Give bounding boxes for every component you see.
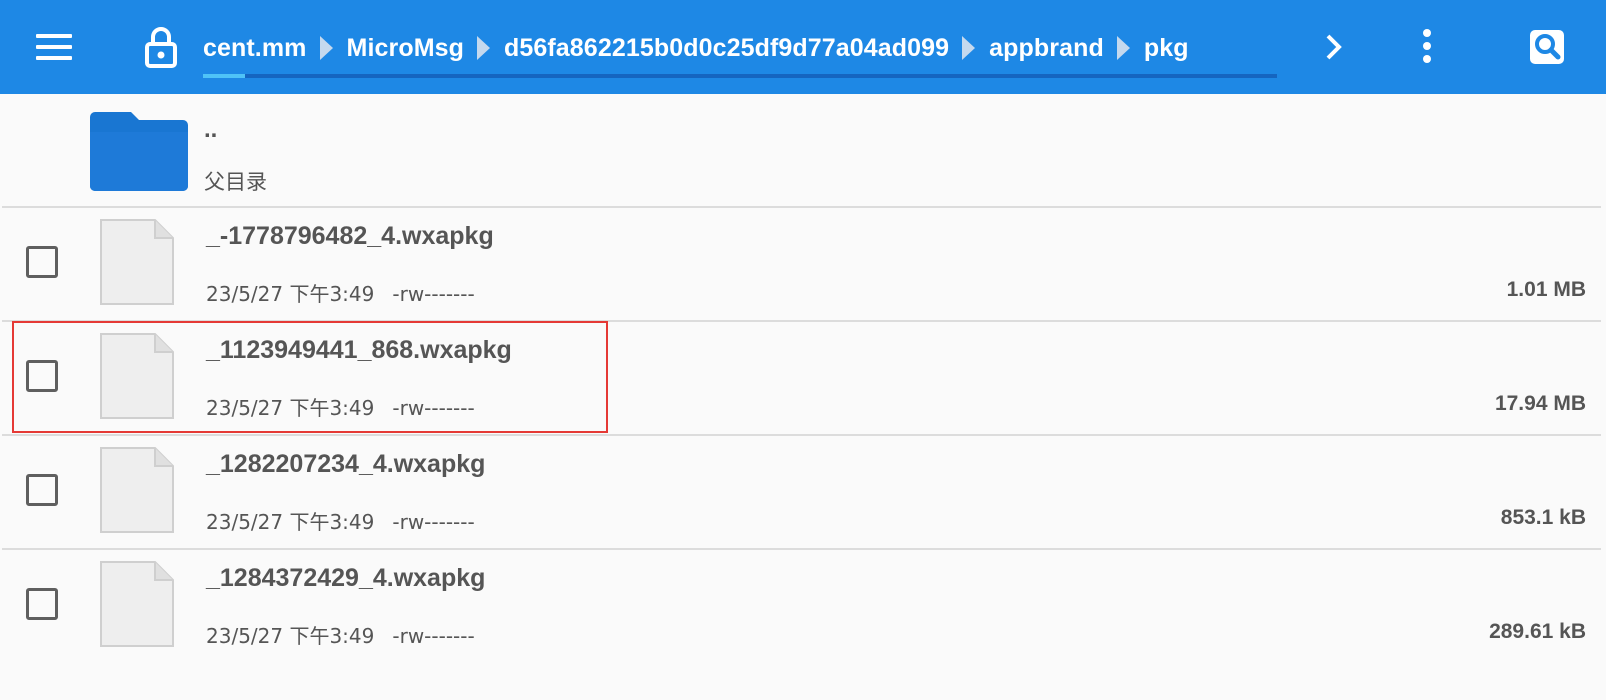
breadcrumb-item-user-dir[interactable]: d56fa862215b0d0c25df9d77a04ad099: [504, 34, 949, 63]
search-icon[interactable]: [1529, 29, 1565, 65]
file-checkbox[interactable]: [26, 246, 58, 278]
file-checkbox[interactable]: [26, 360, 58, 392]
more-vertical-icon[interactable]: [1422, 28, 1432, 64]
parent-directory-name: ..: [204, 116, 218, 143]
file-icon: [100, 219, 174, 305]
breadcrumb-item-appbrand[interactable]: appbrand: [989, 34, 1104, 63]
file-icon: [100, 333, 174, 419]
breadcrumb-separator-icon: [962, 36, 976, 60]
lock-icon: [145, 27, 177, 68]
file-permissions: -rw-------: [392, 396, 475, 420]
file-date: 23/5/27 下午3:49: [206, 624, 375, 648]
file-date: 23/5/27 下午3:49: [206, 396, 375, 420]
file-row[interactable]: _1282207234_4.wxapkg 23/5/27 下午3:49 -rw--…: [2, 436, 1601, 550]
file-size: 17.94 MB: [1494, 392, 1586, 415]
file-meta: 23/5/27 下午3:49 -rw-------: [206, 392, 475, 421]
folder-icon: [90, 112, 188, 191]
breadcrumb-item-pkg[interactable]: pkg: [1144, 34, 1189, 63]
file-row[interactable]: _1284372429_4.wxapkg 23/5/27 下午3:49 -rw--…: [2, 550, 1601, 662]
file-date: 23/5/27 下午3:49: [206, 282, 375, 306]
file-meta: 23/5/27 下午3:49 -rw-------: [206, 278, 475, 307]
file-name: _1282207234_4.wxapkg: [206, 450, 486, 478]
breadcrumb-separator-icon: [1116, 36, 1130, 60]
breadcrumb-item-cent-mm[interactable]: cent.mm: [203, 34, 307, 63]
breadcrumb: cent.mm MicroMsg d56fa862215b0d0c25df9d7…: [203, 24, 1277, 72]
file-row[interactable]: _1123949441_868.wxapkg 23/5/27 下午3:49 -rw…: [2, 322, 1601, 436]
breadcrumb-scrollbar-thumb[interactable]: [203, 74, 245, 78]
file-checkbox[interactable]: [26, 588, 58, 620]
file-permissions: -rw-------: [392, 624, 475, 648]
file-name: _-1778796482_4.wxapkg: [206, 222, 494, 250]
file-size: 289.61 kB: [1489, 620, 1586, 643]
file-row[interactable]: _-1778796482_4.wxapkg 23/5/27 下午3:49 -rw-…: [2, 208, 1601, 322]
file-permissions: -rw-------: [392, 510, 475, 534]
chevron-right-icon[interactable]: [1322, 30, 1346, 64]
file-meta: 23/5/27 下午3:49 -rw-------: [206, 506, 475, 535]
file-meta: 23/5/27 下午3:49 -rw-------: [206, 620, 475, 649]
breadcrumb-separator-icon: [477, 36, 490, 60]
file-icon: [100, 561, 174, 647]
file-name: _1284372429_4.wxapkg: [206, 564, 486, 592]
file-checkbox[interactable]: [26, 474, 58, 506]
file-icon: [100, 447, 174, 533]
parent-directory-row[interactable]: .. 父目录: [2, 94, 1601, 208]
top-toolbar: cent.mm MicroMsg d56fa862215b0d0c25df9d7…: [0, 0, 1606, 94]
file-size: 853.1 kB: [1500, 506, 1586, 529]
file-name: _1123949441_868.wxapkg: [206, 336, 512, 364]
file-date: 23/5/27 下午3:49: [206, 510, 375, 534]
breadcrumb-separator-icon: [319, 36, 333, 60]
file-permissions: -rw-------: [392, 282, 475, 306]
parent-directory-label: 父目录: [204, 170, 267, 194]
hamburger-menu-icon[interactable]: [36, 28, 80, 66]
breadcrumb-scrollbar[interactable]: [203, 74, 1277, 78]
file-size: 1.01 MB: [1506, 278, 1586, 301]
breadcrumb-item-micromsg[interactable]: MicroMsg: [347, 34, 464, 63]
